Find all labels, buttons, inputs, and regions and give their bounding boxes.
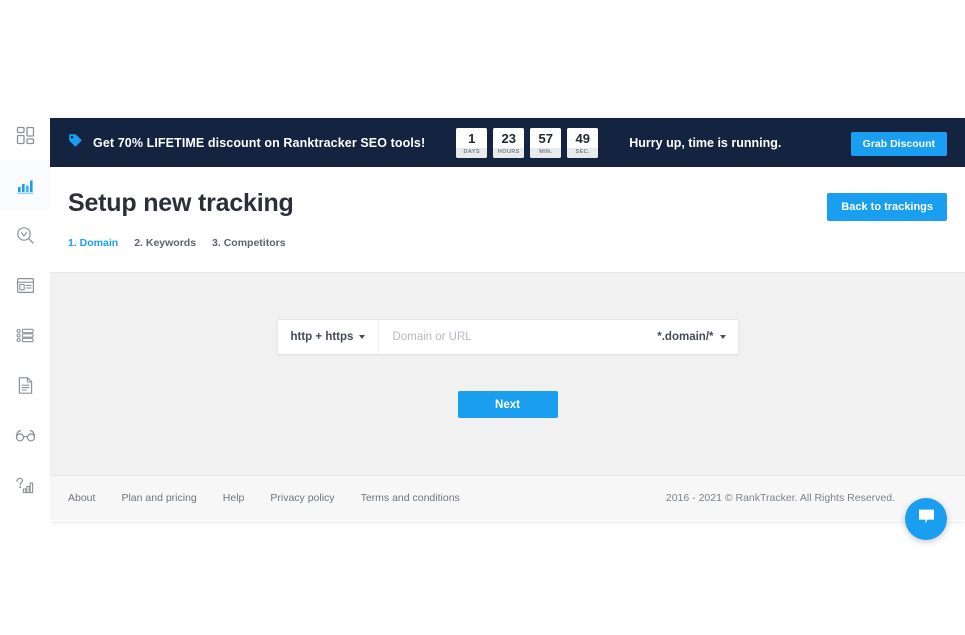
countdown-unit-hours: 23 HOURS — [493, 127, 525, 158]
countdown-unit-days: 1 DAYS — [456, 127, 488, 158]
sidebar-item-reports[interactable] — [0, 360, 50, 410]
countdown-timer: 1 DAYS 23 HOURS 57 MIN. 49 SEC. — [456, 127, 599, 158]
browser-card-icon — [16, 276, 35, 295]
countdown-minutes-value: 57 — [530, 127, 562, 148]
step-breadcrumb: 1. Domain 2. Keywords 3. Competitors — [68, 237, 947, 249]
footer-links: About Plan and pricing Help Privacy poli… — [68, 492, 460, 504]
setup-form-area: http + https *.domain/* Next — [50, 272, 965, 475]
domain-input[interactable] — [379, 320, 646, 354]
glasses-icon — [15, 426, 36, 445]
grid-icon — [16, 126, 35, 145]
domain-input-group: http + https *.domain/* — [276, 319, 739, 355]
footer-link-terms-and-conditions[interactable]: Terms and conditions — [361, 492, 460, 504]
countdown-unit-minutes: 57 MIN. — [530, 127, 562, 158]
list-icon — [16, 326, 35, 345]
chevron-down-icon — [359, 335, 366, 339]
countdown-minutes-label: MIN. — [530, 147, 562, 158]
countdown-seconds-label: SEC. — [567, 147, 599, 158]
chevron-down-icon — [719, 335, 726, 339]
left-sidebar — [0, 0, 50, 635]
footer-link-privacy-policy[interactable]: Privacy policy — [270, 492, 334, 504]
sidebar-item-dashboard[interactable] — [0, 110, 50, 160]
next-button[interactable]: Next — [457, 391, 558, 418]
grab-discount-button[interactable]: Grab Discount — [850, 132, 947, 156]
app-root: Get 70% LIFETIME discount on Ranktracker… — [0, 0, 965, 635]
sidebar-item-keyword-finder[interactable] — [0, 210, 50, 260]
sidebar-item-rank-tracker[interactable] — [0, 160, 50, 210]
back-to-trackings-button[interactable]: Back to trackings — [827, 193, 947, 221]
footer-link-help[interactable]: Help — [223, 492, 245, 504]
countdown-unit-seconds: 49 SEC. — [567, 127, 599, 158]
countdown-hours-value: 23 — [493, 127, 525, 148]
chat-bubble-icon — [916, 507, 937, 531]
footer-link-plan-and-pricing[interactable]: Plan and pricing — [121, 492, 196, 504]
countdown-seconds-value: 49 — [567, 127, 599, 148]
question-bars-icon — [15, 476, 35, 495]
promo-banner: Get 70% LIFETIME discount on Ranktracker… — [50, 118, 965, 167]
price-tag-icon — [68, 133, 83, 153]
sidebar-item-serp-checker[interactable] — [0, 260, 50, 310]
countdown-days-value: 1 — [456, 127, 488, 148]
promo-message: Get 70% LIFETIME discount on Ranktracker… — [93, 135, 426, 150]
countdown-hours-label: HOURS — [493, 147, 525, 158]
promo-urgency-text: Hurry up, time is running. — [629, 135, 782, 150]
sidebar-item-keyword-list[interactable] — [0, 310, 50, 360]
search-keyword-icon — [16, 226, 35, 245]
page-footer: About Plan and pricing Help Privacy poli… — [50, 475, 965, 540]
page-header: Setup new tracking 1. Domain 2. Keywords… — [50, 167, 965, 272]
sidebar-item-help-stats[interactable] — [0, 460, 50, 510]
step-competitors[interactable]: 3. Competitors — [212, 237, 286, 249]
page-title: Setup new tracking — [68, 189, 294, 217]
sidebar-item-spy-competitors[interactable] — [0, 410, 50, 460]
chat-support-button[interactable] — [905, 498, 947, 540]
document-icon — [16, 376, 35, 395]
footer-link-about[interactable]: About — [68, 492, 95, 504]
main-panel: Get 70% LIFETIME discount on Ranktracker… — [50, 118, 965, 540]
bar-chart-icon — [16, 176, 35, 195]
protocol-select-value: http + https — [290, 331, 354, 343]
protocol-select[interactable]: http + https — [278, 320, 380, 354]
countdown-days-label: DAYS — [456, 147, 488, 158]
domain-mask-value: *.domain/* — [657, 331, 714, 343]
step-domain[interactable]: 1. Domain — [68, 237, 118, 249]
step-keywords[interactable]: 2. Keywords — [134, 237, 196, 249]
domain-mask-select[interactable]: *.domain/* — [645, 320, 737, 354]
copyright-text: 2016 - 2021 © RankTracker. All Rights Re… — [665, 492, 895, 504]
